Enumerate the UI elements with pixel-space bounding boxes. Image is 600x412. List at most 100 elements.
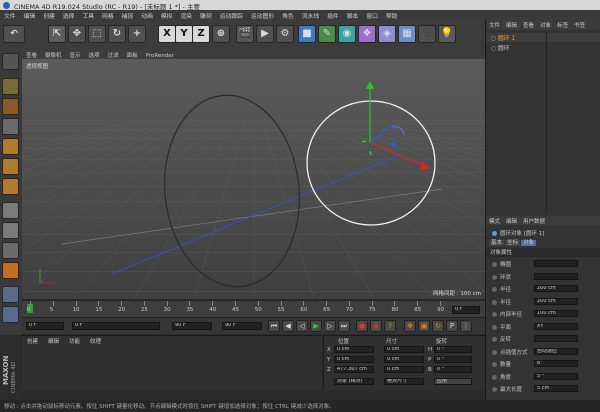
move-tool-button[interactable]: ✥: [68, 25, 86, 43]
record-icon[interactable]: ●: [356, 320, 368, 332]
texture-mode-icon[interactable]: [2, 98, 19, 115]
add-tool-button[interactable]: +: [128, 25, 146, 43]
subdivision-button[interactable]: ◉: [338, 25, 356, 43]
menu-item[interactable]: 帮助: [382, 10, 402, 20]
model-mode-icon[interactable]: [2, 78, 19, 95]
key-rotation-icon[interactable]: ↻: [432, 320, 444, 332]
coordinate-system-button[interactable]: ⊕: [212, 25, 230, 43]
tweak-mode-icon[interactable]: [2, 222, 19, 239]
viewport-menu-item[interactable]: 选项: [85, 50, 104, 59]
position-z-field[interactable]: 477.307 cm: [334, 366, 374, 373]
keyframe-dot-icon[interactable]: [492, 262, 497, 267]
attribute-tab[interactable]: 模式: [486, 216, 503, 225]
attribute-value-field[interactable]: 5 cm: [534, 385, 578, 392]
position-x-field[interactable]: 0 cm: [334, 346, 374, 353]
z-axis-lock-button[interactable]: Z: [192, 25, 210, 43]
viewport-menu-item[interactable]: 过滤: [104, 50, 123, 59]
position-y-field[interactable]: 0 cm: [334, 356, 374, 363]
object-manager-tab[interactable]: 文件: [486, 21, 503, 29]
attribute-value-field[interactable]: 自动适应: [534, 347, 578, 355]
make-editable-icon[interactable]: [2, 53, 19, 70]
max-frame-field[interactable]: 90 F: [222, 322, 262, 330]
attribute-value-field[interactable]: 200 cm: [534, 297, 578, 305]
perspective-viewport[interactable]: 透视视图 网格间距 : 100 cm: [22, 59, 485, 299]
next-frame-icon[interactable]: ▷: [324, 320, 336, 332]
autokey-icon[interactable]: ◉: [370, 320, 382, 332]
object-name-circle-1[interactable]: 圆环 1: [498, 36, 515, 42]
enable-axis-icon[interactable]: [2, 202, 19, 219]
keyframe-dot-icon[interactable]: [492, 274, 497, 280]
menu-item[interactable]: 插件: [323, 10, 343, 20]
object-manager-tab[interactable]: 查看: [520, 21, 537, 29]
material-menu-item[interactable]: 功能: [64, 339, 85, 345]
keyframe-dot-icon[interactable]: [492, 287, 497, 292]
object-row[interactable]: ○ 圆环 1: [486, 33, 600, 42]
rotation-h-field[interactable]: 0 °: [434, 346, 472, 353]
timeline-end-field[interactable]: 0 F: [452, 306, 480, 314]
deformer-button[interactable]: ◈: [378, 25, 396, 43]
x-axis-lock-button[interactable]: X: [158, 25, 176, 43]
keyframe-dot-icon[interactable]: [492, 349, 497, 355]
render-view-button[interactable]: 🎬: [236, 25, 254, 43]
object-manager-tab[interactable]: 标签: [554, 21, 571, 29]
size-mode-select[interactable]: 绝对尺寸: [384, 378, 424, 385]
object-manager-tab[interactable]: 书签: [571, 21, 588, 29]
attribute-subtab[interactable]: 基本: [489, 240, 505, 246]
menu-item[interactable]: 流水线: [298, 10, 323, 20]
keyframe-dot-icon[interactable]: [492, 337, 497, 342]
rotation-p-field[interactable]: 0 °: [434, 356, 472, 363]
viewport-menu-item[interactable]: ProRender: [142, 52, 178, 59]
key-pla-icon[interactable]: ⋮: [460, 320, 472, 332]
material-menu-item[interactable]: 纹理: [85, 339, 106, 345]
size-z-field[interactable]: 0 cm: [384, 366, 424, 373]
cube-object-button[interactable]: ■: [298, 25, 316, 43]
menu-item[interactable]: 动画: [137, 10, 157, 20]
menu-item[interactable]: 窗口: [362, 10, 382, 20]
points-mode-icon[interactable]: [2, 138, 19, 155]
current-frame-field[interactable]: 0 F: [72, 322, 160, 330]
attribute-value-field[interactable]: 200 cm: [534, 285, 578, 292]
menu-item[interactable]: 渲染: [176, 10, 196, 20]
render-settings-button[interactable]: ⚙: [276, 25, 294, 43]
prev-key-icon[interactable]: ◀: [282, 320, 294, 332]
polygons-mode-icon[interactable]: [2, 178, 19, 195]
edges-mode-icon[interactable]: [2, 158, 19, 175]
menu-item[interactable]: 运动图形: [247, 10, 278, 20]
menu-item[interactable]: 编辑: [20, 10, 40, 20]
attribute-value-field[interactable]: [534, 272, 578, 280]
grid-icon[interactable]: [2, 286, 19, 303]
size-y-field[interactable]: 0 cm: [384, 356, 424, 363]
attribute-value-field[interactable]: 100 cm: [534, 310, 578, 317]
menu-item[interactable]: 运动跟踪: [216, 10, 247, 20]
object-manager-tab[interactable]: 编辑: [503, 21, 520, 29]
keyframe-dot-icon[interactable]: [492, 299, 497, 305]
object-manager-tab[interactable]: 对象: [537, 21, 554, 29]
attribute-value-field[interactable]: 8: [534, 360, 578, 367]
attribute-tab[interactable]: 编辑: [503, 216, 520, 225]
rotate-tool-button[interactable]: ↻: [108, 25, 126, 43]
menu-item[interactable]: 创建: [39, 10, 59, 20]
render-picture-viewer-button[interactable]: ▶: [256, 25, 274, 43]
viewport-menu-item[interactable]: 面板: [123, 50, 142, 59]
menu-item[interactable]: 工具: [78, 10, 98, 20]
spline-pen-button[interactable]: ✎: [318, 25, 336, 43]
goto-start-icon[interactable]: ⏮: [268, 320, 280, 332]
light-button[interactable]: 💡: [438, 25, 456, 43]
material-menu-item[interactable]: 创建: [22, 339, 43, 345]
live-select-button[interactable]: ⇱: [48, 25, 66, 43]
end-frame-field[interactable]: 90 F: [172, 322, 212, 330]
play-icon[interactable]: ▶: [310, 320, 322, 332]
viewport-menu-item[interactable]: 查看: [22, 50, 41, 59]
y-axis-lock-button[interactable]: Y: [175, 25, 193, 43]
key-scale-icon[interactable]: ▣: [418, 320, 430, 332]
apply-button[interactable]: 应用: [434, 378, 472, 385]
keyframe-dot-icon[interactable]: [492, 312, 497, 317]
array-button[interactable]: ❖: [358, 25, 376, 43]
undo-button[interactable]: ↶: [3, 25, 25, 43]
scale-tool-button[interactable]: ⬚: [88, 25, 106, 43]
key-position-icon[interactable]: ✥: [404, 320, 416, 332]
attribute-value-field[interactable]: XY: [534, 322, 578, 330]
object-row[interactable]: ○ 圆环: [486, 43, 600, 52]
menu-item[interactable]: 脚本: [343, 10, 363, 20]
start-frame-field[interactable]: 0 F: [26, 322, 64, 330]
